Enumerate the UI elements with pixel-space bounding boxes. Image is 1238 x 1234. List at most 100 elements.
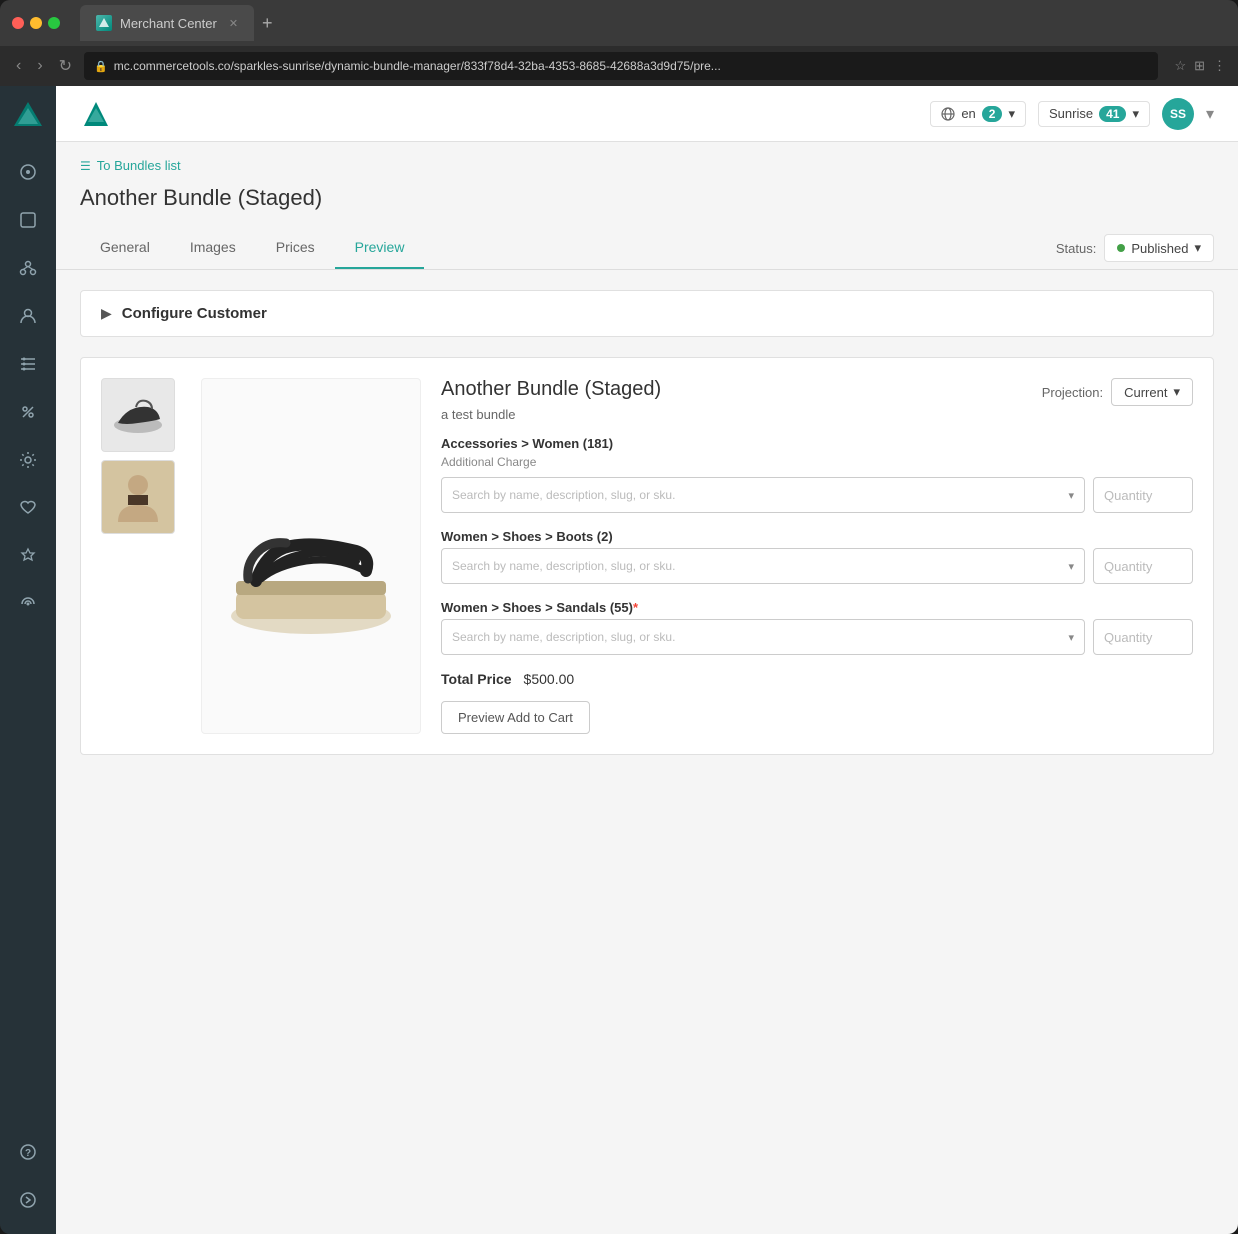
status-value: Published (1131, 241, 1188, 256)
user-avatar[interactable]: SS (1162, 98, 1194, 130)
status-section: Status: Published ▾ (1056, 234, 1214, 262)
product-search-2[interactable]: Search by name, description, slug, or sk… (441, 619, 1085, 655)
sidebar-nav (6, 150, 50, 1130)
new-tab-button[interactable]: + (262, 13, 273, 34)
sidebar-item-orders[interactable] (6, 342, 50, 386)
product-header-row: Another Bundle (Staged) a test bundle Pr… (441, 378, 1193, 436)
category-section-1: Women > Shoes > Boots (2) Search by name… (441, 529, 1193, 584)
star-icon[interactable]: ☆ (1174, 58, 1186, 74)
address-bar[interactable]: 🔒 mc.commercetools.co/sparkles-sunrise/d… (84, 52, 1158, 80)
total-price-value: $500.00 (524, 671, 575, 687)
breadcrumb-icon: ☰ (80, 159, 91, 173)
app-logo (10, 98, 46, 134)
projection-dropdown-icon: ▾ (1173, 384, 1180, 400)
qty-placeholder-0: Quantity (1104, 488, 1152, 503)
traffic-lights (12, 17, 60, 29)
quantity-input-0[interactable]: Quantity (1093, 477, 1193, 513)
product-subtitle: a test bundle (441, 407, 661, 422)
tabs-bar: General Images Prices Preview Status: Pu… (56, 227, 1238, 270)
top-header: en 2 ▾ Sunrise 41 ▾ SS ▾ (56, 86, 1238, 142)
expand-icon[interactable]: ▶ (101, 305, 112, 322)
tab-prices[interactable]: Prices (256, 227, 335, 269)
sidebar-bottom: ? (6, 1130, 50, 1222)
breadcrumb[interactable]: ☰ To Bundles list (80, 158, 1214, 173)
total-price-label: Total Price (441, 671, 512, 687)
search-placeholder-1: Search by name, description, slug, or sk… (452, 559, 675, 573)
configure-title: Configure Customer (122, 305, 267, 322)
main-content: en 2 ▾ Sunrise 41 ▾ SS ▾ (56, 86, 1238, 1234)
search-dropdown-icon-0: ▾ (1068, 489, 1074, 502)
thumbnail-1[interactable] (101, 378, 175, 452)
sidebar-item-categories[interactable] (6, 246, 50, 290)
sidebar-item-integrations[interactable] (6, 582, 50, 626)
project-name: Sunrise (1049, 106, 1093, 121)
category-section-0: Accessories > Women (181) Additional Cha… (441, 436, 1193, 513)
sidebar-item-extensions[interactable] (6, 534, 50, 578)
thumbnail-2[interactable] (101, 460, 175, 534)
tab-images[interactable]: Images (170, 227, 256, 269)
sidebar-item-collapse[interactable] (6, 1178, 50, 1222)
tab-preview[interactable]: Preview (335, 227, 425, 269)
sidebar-item-discounts[interactable] (6, 390, 50, 434)
lang-value: en (961, 106, 975, 121)
search-dropdown-icon-1: ▾ (1068, 560, 1074, 573)
product-details: Another Bundle (Staged) a test bundle Pr… (441, 378, 1193, 734)
projection-section: Projection: Current ▾ (1042, 378, 1193, 406)
minimize-button[interactable] (30, 17, 42, 29)
image-sidebar (101, 378, 181, 734)
preview-panel: Another Bundle (Staged) a test bundle Pr… (80, 357, 1214, 755)
search-dropdown-icon-2: ▾ (1068, 631, 1074, 644)
lang-badge: 2 (982, 106, 1003, 122)
maximize-button[interactable] (48, 17, 60, 29)
settings-icon[interactable]: ⋮ (1213, 58, 1226, 74)
projection-dropdown[interactable]: Current ▾ (1111, 378, 1193, 406)
project-selector[interactable]: Sunrise 41 ▾ (1038, 101, 1150, 127)
sidebar-item-customers[interactable] (6, 294, 50, 338)
search-row-2: Search by name, description, slug, or sk… (441, 619, 1193, 655)
tab-bar: Merchant Center ✕ + (80, 5, 1226, 41)
user-dropdown-icon[interactable]: ▾ (1206, 104, 1214, 124)
tab-general[interactable]: General (80, 227, 170, 269)
user-initials: SS (1170, 107, 1186, 121)
close-button[interactable] (12, 17, 24, 29)
product-search-1[interactable]: Search by name, description, slug, or sk… (441, 548, 1085, 584)
category-section-2: Women > Shoes > Sandals (55)* Search by … (441, 600, 1193, 655)
url-text: mc.commercetools.co/sparkles-sunrise/dyn… (114, 59, 721, 73)
page-content: ☰ To Bundles list Another Bundle (Staged… (56, 142, 1238, 1234)
status-dot (1117, 244, 1125, 252)
status-dropdown[interactable]: Published ▾ (1104, 234, 1214, 262)
category-label-1: Women > Shoes > Boots (2) (441, 529, 1193, 544)
lang-dropdown-icon: ▾ (1008, 106, 1015, 122)
sidebar-item-settings[interactable] (6, 438, 50, 482)
product-search-0[interactable]: Search by name, description, slug, or sk… (441, 477, 1085, 513)
language-selector[interactable]: en 2 ▾ (930, 101, 1026, 127)
forward-button[interactable]: › (33, 53, 46, 79)
browser-addressbar: ‹ › ↻ 🔒 mc.commercetools.co/sparkles-sun… (0, 46, 1238, 86)
browser-extension-icons: ☆ ⊞ ⋮ (1174, 58, 1226, 74)
sidebar-item-dashboard[interactable] (6, 150, 50, 194)
tab-close-icon[interactable]: ✕ (229, 17, 238, 30)
quantity-input-1[interactable]: Quantity (1093, 548, 1193, 584)
category-label-2: Women > Shoes > Sandals (55)* (441, 600, 1193, 615)
main-product-image (201, 378, 421, 734)
lock-icon: 🔒 (94, 60, 108, 73)
active-tab[interactable]: Merchant Center ✕ (80, 5, 254, 41)
browser-window: Merchant Center ✕ + ‹ › ↻ 🔒 mc.commercet… (0, 0, 1238, 1234)
project-dropdown-icon: ▾ (1132, 106, 1139, 122)
tab-favicon (96, 15, 112, 31)
svg-text:?: ? (25, 1148, 31, 1159)
back-button[interactable]: ‹ (12, 53, 25, 79)
sidebar-item-products[interactable] (6, 198, 50, 242)
search-placeholder-0: Search by name, description, slug, or sk… (452, 488, 675, 502)
search-placeholder-2: Search by name, description, slug, or sk… (452, 630, 675, 644)
page-title: Another Bundle (Staged) (80, 185, 1214, 211)
preview-add-to-cart-button[interactable]: Preview Add to Cart (441, 701, 590, 734)
sidebar-item-favorites[interactable] (6, 486, 50, 530)
sidebar-item-help[interactable]: ? (6, 1130, 50, 1174)
tab-title: Merchant Center (120, 16, 217, 31)
quantity-input-2[interactable]: Quantity (1093, 619, 1193, 655)
projection-value: Current (1124, 385, 1167, 400)
refresh-button[interactable]: ↻ (55, 52, 76, 80)
extension-icon[interactable]: ⊞ (1194, 58, 1205, 74)
browser-titlebar: Merchant Center ✕ + (0, 0, 1238, 46)
